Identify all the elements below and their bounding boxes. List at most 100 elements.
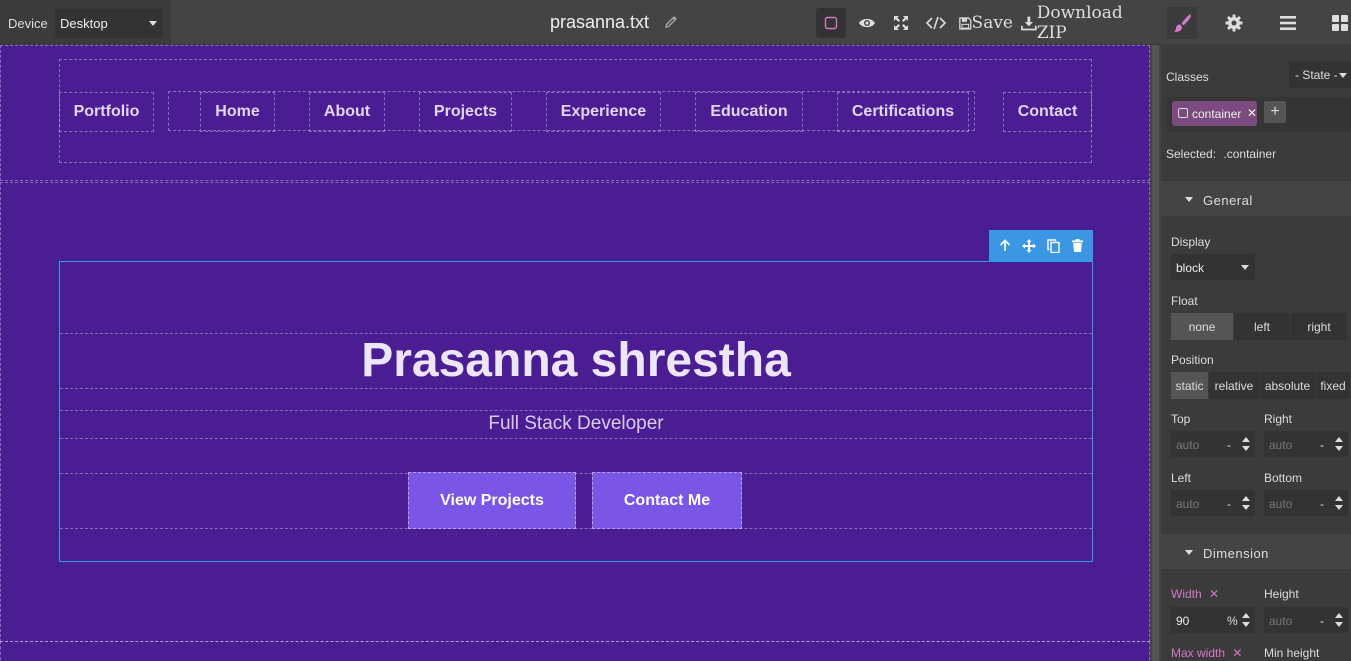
stepper-arrows-icon[interactable] (1242, 613, 1250, 627)
pencil-icon[interactable] (663, 14, 679, 30)
state-select[interactable]: - State - (1289, 61, 1351, 88)
panel-tabs (1161, 0, 1351, 45)
stepper-arrows-icon[interactable] (1335, 613, 1343, 627)
height-input[interactable]: auto - (1264, 607, 1348, 633)
device-panel: Device Desktop (0, 0, 171, 45)
device-label: Device (8, 16, 48, 31)
blocks-tab[interactable] (1325, 7, 1351, 39)
chevron-down-icon (1339, 73, 1347, 78)
float-left-option[interactable]: left (1234, 313, 1291, 340)
width-input[interactable]: 90 % (1171, 607, 1255, 633)
float-none-option[interactable]: none (1171, 313, 1234, 340)
width-label: Width ✕ (1171, 587, 1219, 601)
left-unit[interactable]: - (1227, 497, 1231, 511)
file-title[interactable]: prasanna.txt (550, 12, 649, 33)
classes-label: Classes (1166, 70, 1209, 84)
position-absolute-option[interactable]: absolute (1260, 372, 1316, 399)
selector-manager: Classes - State - container ✕ + Selected… (1161, 45, 1351, 180)
hero-guide-line (60, 438, 1092, 439)
hero-subtitle[interactable]: Full Stack Developer (60, 413, 1092, 435)
select-parent-icon[interactable] (996, 237, 1014, 255)
settings-tab[interactable] (1219, 7, 1249, 39)
max-width-label-text: Max width (1171, 646, 1226, 660)
right-label: Right (1264, 412, 1293, 426)
nav-link-projects[interactable]: Projects (419, 92, 512, 132)
contact-me-button[interactable]: Contact Me (592, 472, 742, 529)
code-icon (926, 16, 946, 30)
hero-guide-line (60, 410, 1092, 411)
nav-link-home[interactable]: Home (200, 92, 275, 132)
float-label: Float (1171, 294, 1198, 308)
max-width-label: Max width ✕ (1171, 646, 1242, 660)
checkbox-icon[interactable] (1178, 108, 1188, 118)
style-manager-tab[interactable] (1167, 7, 1197, 39)
height-value: auto (1269, 614, 1293, 628)
clone-icon[interactable] (1044, 237, 1062, 255)
width-unit[interactable]: % (1227, 614, 1238, 628)
layer-manager-tab[interactable] (1273, 7, 1303, 39)
code-view-button[interactable] (922, 8, 950, 38)
move-icon[interactable] (1020, 237, 1038, 255)
view-projects-button[interactable]: View Projects (408, 472, 576, 529)
general-sector-header[interactable]: General (1161, 180, 1351, 217)
hero-guide-line (60, 473, 1092, 474)
nav-link-about[interactable]: About (309, 92, 385, 132)
caret-down-icon (1185, 197, 1193, 202)
caret-down-icon (1185, 550, 1193, 555)
hero-guide-line (60, 528, 1092, 529)
device-select[interactable]: Desktop (55, 9, 163, 38)
float-right-option[interactable]: right (1291, 313, 1348, 340)
canvas-scrollbar[interactable] (1150, 45, 1161, 661)
device-select-value: Desktop (60, 16, 108, 31)
next-section[interactable] (0, 641, 1150, 661)
download-zip-button[interactable]: Download ZIP (1021, 3, 1149, 43)
display-select[interactable]: block (1171, 254, 1255, 280)
bottom-unit[interactable]: - (1320, 497, 1324, 511)
hero-title[interactable]: Prasanna shrestha (60, 333, 1092, 388)
height-unit[interactable]: - (1320, 614, 1324, 628)
nav-link-education[interactable]: Education (695, 92, 803, 132)
expand-icon (894, 16, 908, 30)
position-static-option[interactable]: static (1171, 372, 1209, 399)
position-relative-option[interactable]: relative (1209, 372, 1260, 399)
add-class-button[interactable]: + (1264, 101, 1286, 123)
right-unit[interactable]: - (1320, 438, 1324, 452)
save-button[interactable]: Save (959, 8, 1013, 38)
component-outline-button[interactable] (816, 8, 846, 38)
nav-link-contact[interactable]: Contact (1003, 92, 1092, 132)
dimension-sector-body: Width ✕ Height 90 % auto - Max width ✕ M… (1161, 570, 1351, 661)
nav-link-experience[interactable]: Experience (546, 92, 661, 132)
trash-icon[interactable] (1068, 237, 1086, 255)
preview-button[interactable] (852, 8, 882, 38)
bars-icon (1280, 16, 1296, 30)
editor-canvas[interactable]: Portfolio Home About Projects Experience… (0, 45, 1150, 661)
stepper-arrows-icon[interactable] (1335, 496, 1343, 510)
left-input[interactable]: auto - (1171, 490, 1255, 516)
left-label: Left (1171, 471, 1192, 485)
nav-brand-portfolio[interactable]: Portfolio (59, 92, 154, 132)
position-fixed-option[interactable]: fixed (1316, 372, 1351, 399)
top-unit[interactable]: - (1227, 438, 1231, 452)
scrollbar-thumb[interactable] (1152, 45, 1159, 661)
fullscreen-button[interactable] (887, 8, 915, 38)
right-value: auto (1269, 438, 1293, 452)
style-manager-panel: Classes - State - container ✕ + Selected… (1161, 0, 1351, 661)
clear-width-icon[interactable]: ✕ (1209, 587, 1219, 601)
clear-max-width-icon[interactable]: ✕ (1232, 646, 1242, 660)
bottom-input[interactable]: auto - (1264, 490, 1348, 516)
float-radio-group: none left right (1171, 313, 1348, 340)
class-tag-container[interactable]: container ✕ (1172, 101, 1257, 126)
download-label: Download ZIP (1036, 3, 1123, 43)
stepper-arrows-icon[interactable] (1242, 437, 1250, 451)
selected-value: .container (1223, 147, 1277, 161)
right-input[interactable]: auto - (1264, 431, 1348, 457)
min-height-label: Min height (1264, 646, 1320, 660)
stepper-arrows-icon[interactable] (1242, 496, 1250, 510)
top-input[interactable]: auto - (1171, 431, 1255, 457)
nav-link-certifications[interactable]: Certifications (837, 92, 969, 132)
component-toolbar (989, 230, 1093, 261)
close-icon[interactable]: ✕ (1247, 106, 1257, 120)
dimension-sector-header[interactable]: Dimension (1161, 533, 1351, 570)
hero-container-selected[interactable] (59, 261, 1093, 562)
stepper-arrows-icon[interactable] (1335, 437, 1343, 451)
